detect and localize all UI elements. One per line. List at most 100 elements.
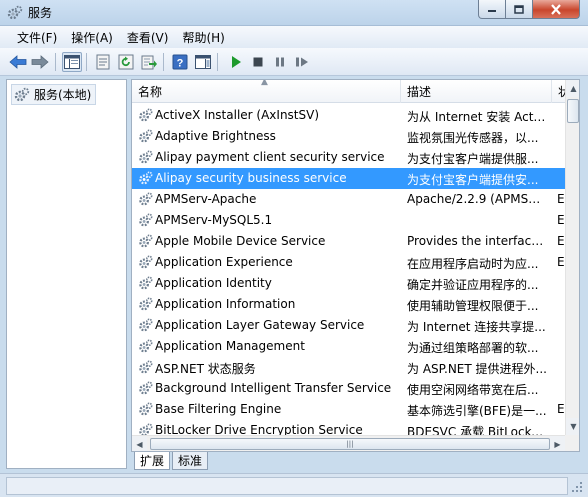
table-row[interactable]: ActiveX Installer (AxInstSV) 为从 Internet … bbox=[132, 105, 565, 126]
menu-view[interactable]: 查看(V) bbox=[120, 29, 176, 46]
service-name: Background Intelligent Transfer Service bbox=[155, 381, 392, 395]
table-row[interactable]: Application Experience 在应用程序启动时为应... E bbox=[132, 252, 565, 273]
table-row[interactable]: Alipay security business service 为支付宝客户端提… bbox=[132, 168, 565, 189]
scroll-down-icon: ▼ bbox=[570, 422, 577, 431]
forward-arrow-icon bbox=[31, 55, 49, 69]
service-name: Application Experience bbox=[155, 255, 293, 269]
menu-bar: 文件(F) 操作(A) 查看(V) 帮助(H) bbox=[0, 26, 588, 48]
back-arrow-icon bbox=[9, 55, 27, 69]
service-description: 基本筛选引擎(BFE)是一... bbox=[407, 404, 547, 418]
gear-icon bbox=[139, 150, 153, 164]
service-name: Application Management bbox=[155, 339, 305, 353]
gear-icon bbox=[139, 234, 153, 248]
help-button[interactable]: ? bbox=[170, 52, 190, 72]
service-name: Application Layer Gateway Service bbox=[155, 318, 365, 332]
start-service-icon bbox=[232, 56, 241, 68]
service-description: Apache/2.2.9 (APMSer... bbox=[407, 192, 547, 206]
export-list-button[interactable] bbox=[139, 52, 159, 72]
gear-icon bbox=[139, 360, 153, 374]
back-button[interactable] bbox=[8, 52, 28, 72]
table-row[interactable]: Apple Mobile Device Service Provides the … bbox=[132, 231, 565, 252]
properties-button[interactable] bbox=[93, 52, 113, 72]
help-icon: ? bbox=[172, 54, 188, 70]
action-pane-button[interactable] bbox=[193, 52, 213, 72]
gear-icon bbox=[139, 318, 153, 332]
service-description: 使用辅助管理权限便于... bbox=[407, 299, 539, 313]
pause-service-icon bbox=[276, 57, 284, 67]
menu-file[interactable]: 文件(F) bbox=[10, 29, 64, 46]
stop-service-button[interactable] bbox=[248, 52, 268, 72]
service-status: E bbox=[557, 234, 565, 248]
gear-icon bbox=[139, 276, 153, 290]
table-row[interactable]: Application Identity 确定并验证应用程序的... bbox=[132, 273, 565, 294]
table-row[interactable]: Alipay payment client security service 为支… bbox=[132, 147, 565, 168]
start-service-button[interactable] bbox=[226, 52, 246, 72]
scroll-up-button[interactable]: ▲ bbox=[566, 80, 579, 97]
gear-icon bbox=[139, 171, 153, 185]
show-tree-icon bbox=[64, 55, 80, 69]
column-description[interactable]: 描述 bbox=[401, 80, 552, 103]
tab-standard[interactable]: 标准 bbox=[172, 452, 209, 470]
gear-icon bbox=[139, 402, 153, 416]
service-name: ASP.NET 状态服务 bbox=[155, 362, 256, 376]
close-icon bbox=[551, 3, 561, 15]
minimize-button[interactable] bbox=[478, 0, 506, 19]
show-tree-button[interactable] bbox=[62, 52, 82, 72]
restart-service-button[interactable] bbox=[292, 52, 312, 72]
scroll-left-button[interactable]: ◀ bbox=[132, 436, 147, 451]
table-row[interactable]: ASP.NET 状态服务 为 ASP.NET 提供进程外... bbox=[132, 357, 565, 378]
gear-icon bbox=[139, 129, 153, 143]
table-row[interactable]: Adaptive Brightness 监视氛围光传感器，以... bbox=[132, 126, 565, 147]
table-row[interactable]: Background Intelligent Transfer Service 使… bbox=[132, 378, 565, 399]
scroll-corner bbox=[565, 435, 579, 451]
toolbar: ? bbox=[0, 48, 588, 76]
horizontal-scrollbar[interactable]: ◀ ||| ▶ bbox=[132, 435, 565, 451]
resize-grip-icon[interactable] bbox=[570, 480, 584, 494]
svg-text:?: ? bbox=[177, 58, 184, 70]
forward-button[interactable] bbox=[30, 52, 50, 72]
properties-icon bbox=[96, 54, 110, 70]
service-name: Adaptive Brightness bbox=[155, 129, 276, 143]
table-row[interactable]: Application Management 为通过组策略部署的软... bbox=[132, 336, 565, 357]
maximize-button[interactable] bbox=[505, 0, 533, 19]
service-name: Application Information bbox=[155, 297, 296, 311]
horizontal-scroll-thumb[interactable]: ||| bbox=[150, 438, 550, 450]
tab-extended[interactable]: 扩展 bbox=[134, 452, 171, 470]
service-rows: ActiveX Installer (AxInstSV) 为从 Internet … bbox=[132, 105, 565, 441]
restart-service-icon bbox=[296, 57, 308, 67]
service-name: Apple Mobile Device Service bbox=[155, 234, 326, 248]
service-name: Base Filtering Engine bbox=[155, 402, 282, 416]
vertical-scrollbar[interactable]: ▲ ▼ bbox=[565, 80, 579, 435]
vertical-scroll-thumb[interactable] bbox=[567, 99, 579, 123]
tree-node-services-local[interactable]: 服务(本地) bbox=[11, 84, 97, 105]
gear-icon bbox=[139, 255, 153, 269]
scroll-down-button[interactable]: ▼ bbox=[566, 418, 579, 435]
gear-icon bbox=[139, 213, 153, 227]
status-bar bbox=[0, 473, 588, 497]
service-name: Alipay security business service bbox=[155, 171, 347, 185]
menu-action[interactable]: 操作(A) bbox=[64, 29, 120, 46]
column-header: 名称 ▲ 描述 状 bbox=[132, 80, 572, 103]
service-status: E bbox=[557, 402, 565, 416]
service-description: 为 ASP.NET 提供进程外... bbox=[407, 362, 547, 376]
stop-service-icon bbox=[253, 57, 263, 67]
service-status: E bbox=[557, 255, 565, 269]
services-list: 名称 ▲ 描述 状 ActiveX Installer (AxInstSV) 为从… bbox=[131, 79, 580, 452]
service-description: 为 Internet 连接共享提... bbox=[407, 320, 546, 334]
close-button[interactable] bbox=[532, 0, 580, 19]
pause-service-button[interactable] bbox=[270, 52, 290, 72]
services-gear-icon bbox=[14, 87, 30, 101]
service-name: Alipay payment client security service bbox=[155, 150, 385, 164]
table-row[interactable]: Application Layer Gateway Service 为 Inter… bbox=[132, 315, 565, 336]
table-row[interactable]: APMServ-Apache Apache/2.2.9 (APMSer... E bbox=[132, 189, 565, 210]
menu-help[interactable]: 帮助(H) bbox=[175, 29, 231, 46]
refresh-button[interactable] bbox=[116, 52, 136, 72]
title-bar[interactable]: 服务 bbox=[0, 0, 588, 26]
scroll-right-button[interactable]: ▶ bbox=[550, 436, 565, 451]
service-description: 为支付宝客户端提供服... bbox=[407, 152, 539, 166]
table-row[interactable]: APMServ-MySQL5.1 E bbox=[132, 210, 565, 231]
table-row[interactable]: Application Information 使用辅助管理权限便于... bbox=[132, 294, 565, 315]
table-row[interactable]: Base Filtering Engine 基本筛选引擎(BFE)是一... E bbox=[132, 399, 565, 420]
service-description: Provides the interface... bbox=[407, 234, 547, 248]
status-text bbox=[6, 477, 568, 495]
